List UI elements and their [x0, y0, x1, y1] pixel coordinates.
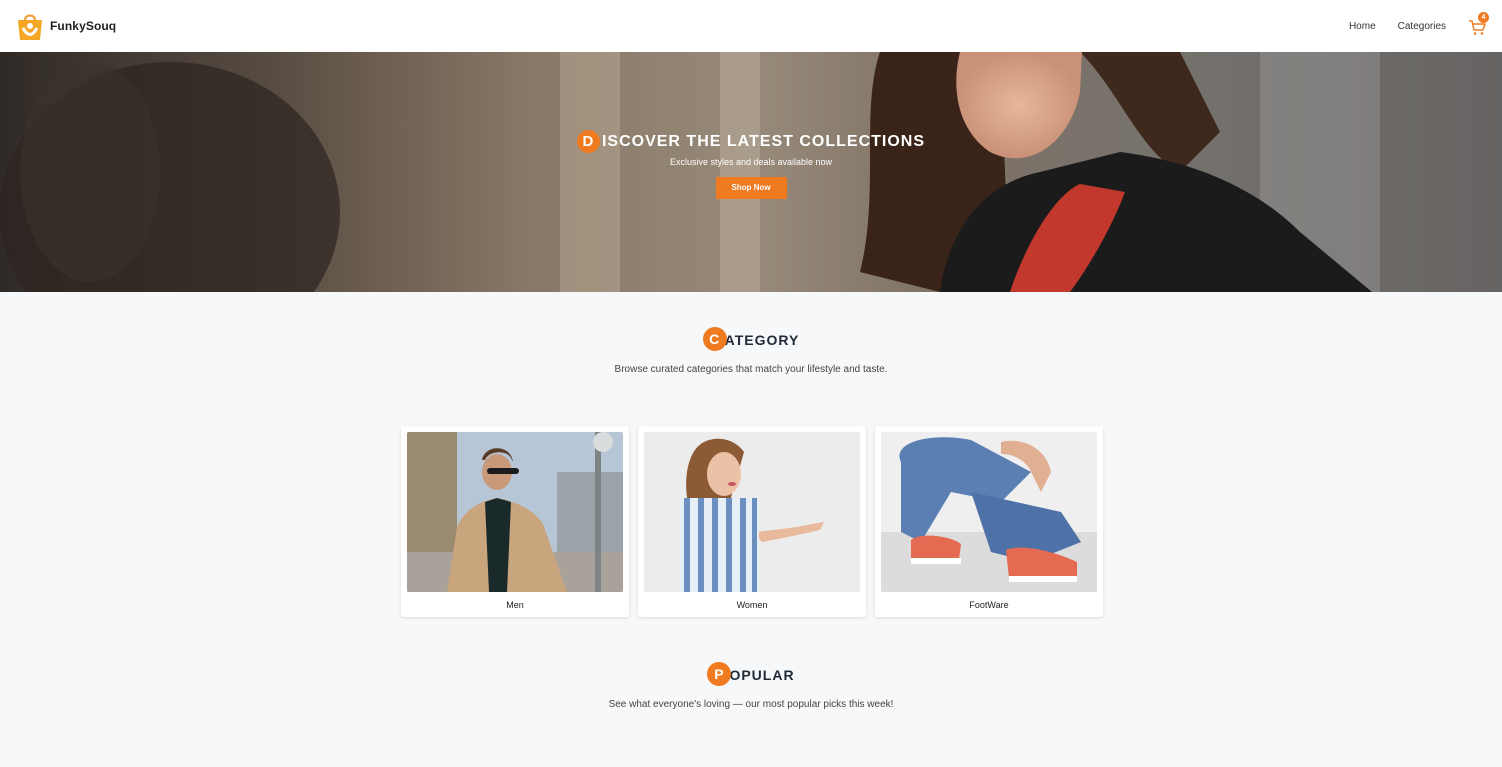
hero-title-text: ISCOVER THE LATEST COLLECTIONS — [601, 132, 926, 150]
popular-title-text: OPULAR — [729, 667, 795, 683]
nav-home-link[interactable]: Home — [1349, 21, 1376, 32]
category-card-label: Women — [736, 600, 768, 610]
popular-title-initial: P — [707, 662, 732, 686]
shopping-bag-logo-icon — [18, 14, 42, 40]
popular-title: P OPULAR — [707, 662, 795, 687]
women-category-image — [644, 432, 860, 592]
cart-button[interactable]: 4 — [1468, 12, 1489, 36]
hero-content: D ISCOVER THE LATEST COLLECTIONS Exclusi… — [0, 130, 1502, 199]
popular-section-header: P OPULAR See what everyone's loving — ou… — [0, 662, 1502, 710]
category-card-men[interactable]: Men — [401, 426, 629, 617]
nav-categories-link[interactable]: Categories — [1398, 21, 1446, 32]
category-section-header: C ATEGORY Browse curated categories that… — [0, 327, 1502, 375]
hero-title-initial: D — [576, 130, 600, 153]
category-card-label: Men — [506, 600, 524, 610]
hero-banner: D ISCOVER THE LATEST COLLECTIONS Exclusi… — [0, 52, 1502, 292]
category-card-women[interactable]: Women — [638, 426, 866, 617]
site-header: FunkySouq Home Categories 4 — [0, 0, 1502, 52]
brand-name: FunkySouq — [50, 19, 117, 33]
category-card-footware[interactable]: FootWare — [875, 426, 1103, 617]
hero-subtitle: Exclusive styles and deals available now — [669, 157, 833, 167]
hero-title: D ISCOVER THE LATEST COLLECTIONS — [576, 130, 926, 153]
popular-subtitle: See what everyone's loving — our most po… — [608, 699, 894, 710]
category-cards: Men Women FootWare — [401, 426, 1103, 617]
shop-now-button[interactable]: Shop Now — [715, 177, 787, 199]
men-category-image — [407, 432, 623, 592]
main-nav: Home Categories 4 — [1349, 12, 1489, 36]
category-card-label: FootWare — [969, 600, 1009, 610]
category-title: C ATEGORY — [702, 327, 800, 352]
footware-category-image — [881, 432, 1097, 592]
category-title-initial: C — [702, 327, 727, 351]
category-title-text: ATEGORY — [724, 332, 800, 348]
cart-count-badge: 4 — [1478, 12, 1489, 23]
brand-link[interactable]: FunkySouq — [16, 11, 116, 41]
category-subtitle: Browse curated categories that match you… — [614, 364, 888, 375]
